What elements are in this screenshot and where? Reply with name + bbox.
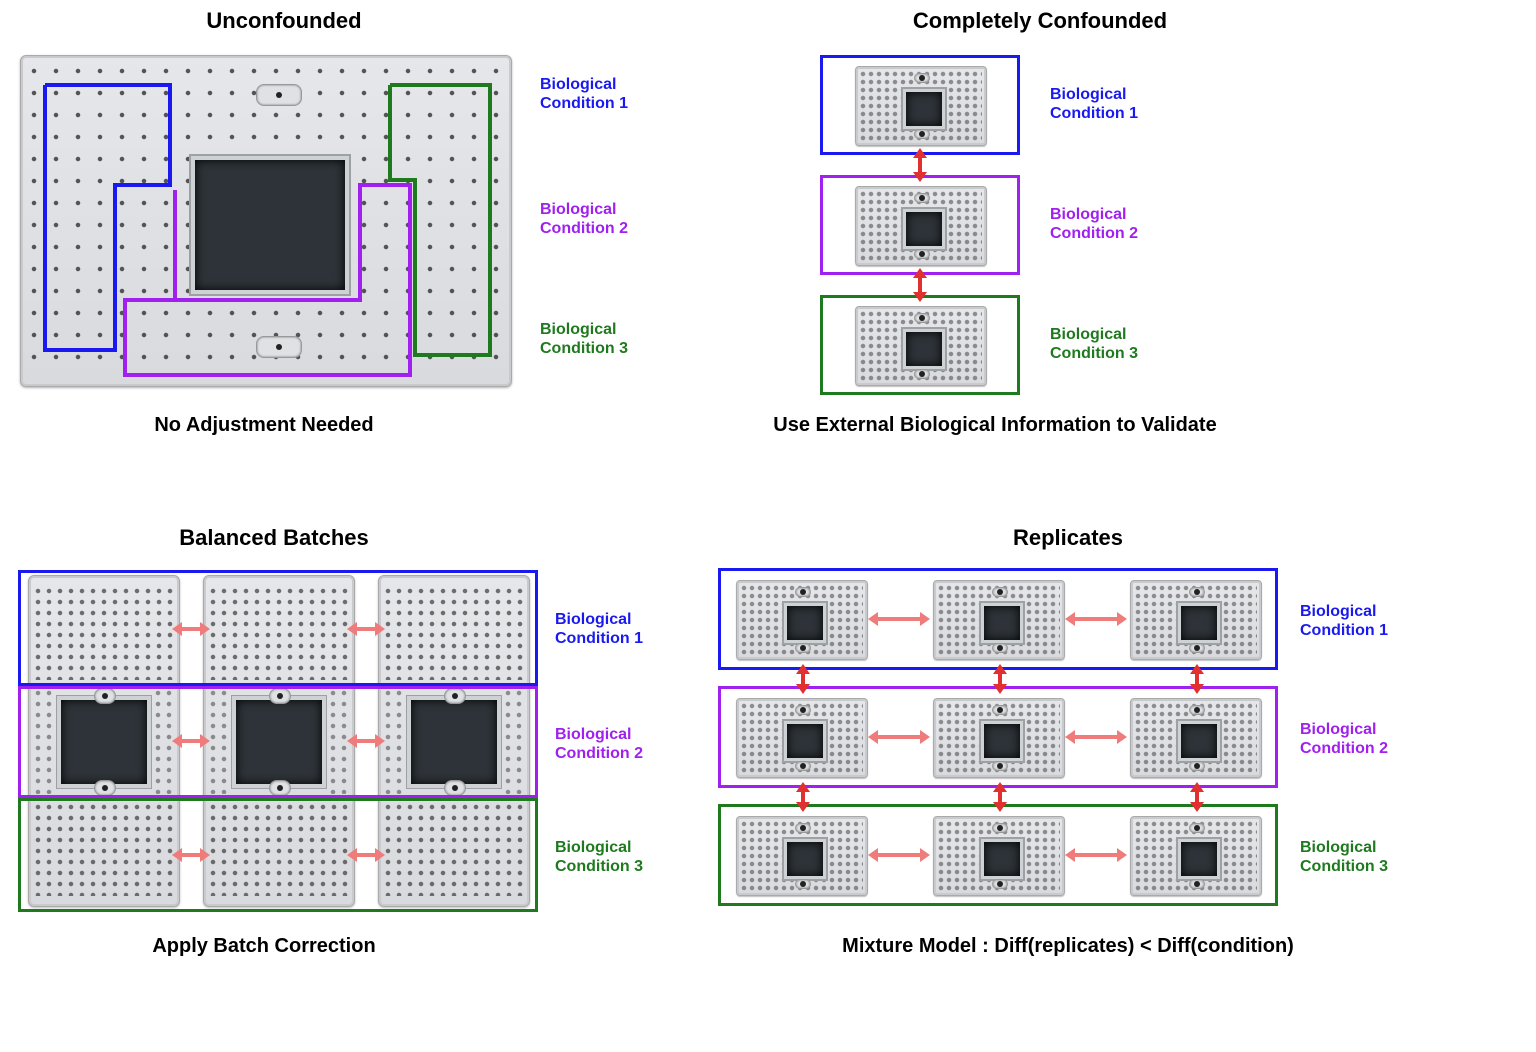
rep-harrow-r1a [868,612,930,626]
confounded-chip2 [855,186,987,266]
panel-unconfounded: Unconfounded Biological Condition 1 Biol… [0,0,768,480]
rep-chip-r3c2 [933,816,1065,896]
balanced-arrow-r3-a [172,848,210,862]
region-condition2 [125,185,410,375]
balanced-arrow-r3-b [347,848,385,862]
rep-varrow-c1-12 [796,664,810,694]
confounded-arrow-1-2 [913,148,927,182]
balanced-arrow-r1-a [172,622,210,636]
balanced-cond1-label: Biological Condition 1 [555,610,643,648]
rep-chip-r3c1 [736,816,868,896]
rep-harrow-r2b [1065,730,1127,744]
rep-varrow-c3-12 [1190,664,1204,694]
rep-varrow-c1-23 [796,782,810,812]
rep-chip-r2c3 [1130,698,1262,778]
unconfounded-cond1-label: Biological Condition 1 [540,75,628,113]
rep-harrow-r3b [1065,848,1127,862]
balanced-subtitle: Apply Batch Correction [0,935,528,958]
region-condition3 [390,85,490,355]
balanced-arrow-r2-a [172,734,210,748]
replicates-cond1-label: Biological Condition 1 [1300,602,1388,640]
rep-harrow-r1b [1065,612,1127,626]
confounded-chip3 [855,306,987,386]
unconfounded-regions-overlay [20,55,510,385]
unconfounded-title: Unconfounded [0,8,568,34]
rep-chip-r1c3 [1130,580,1262,660]
confounded-cond1-label: Biological Condition 1 [1050,85,1138,123]
balanced-title: Balanced Batches [0,525,548,551]
confounded-title: Completely Confounded [760,8,1320,34]
rep-varrow-c2-23 [993,782,1007,812]
replicates-cond2-label: Biological Condition 2 [1300,720,1388,758]
panel-replicates: Replicates Biological Condit [700,520,1536,1040]
rep-chip-r3c3 [1130,816,1262,896]
rep-chip-r1c1 [736,580,868,660]
replicates-grid [718,568,1318,908]
unconfounded-subtitle: No Adjustment Needed [0,414,528,437]
rep-harrow-r3a [868,848,930,862]
confounded-cond2-label: Biological Condition 2 [1050,205,1138,243]
confounded-arrow-2-3 [913,268,927,302]
rep-chip-r2c2 [933,698,1065,778]
balanced-row-box2 [18,686,538,798]
balanced-cond3-label: Biological Condition 3 [555,838,643,876]
panel-balanced: Balanced Batches Biological Condition [0,520,768,1040]
balanced-cond2-label: Biological Condition 2 [555,725,643,763]
replicates-cond3-label: Biological Condition 3 [1300,838,1388,876]
rep-chip-r1c2 [933,580,1065,660]
rep-varrow-c2-12 [993,664,1007,694]
unconfounded-cond3-label: Biological Condition 3 [540,320,628,358]
confounded-cond3-label: Biological Condition 3 [1050,325,1138,363]
unconfounded-cond2-label: Biological Condition 2 [540,200,628,238]
balanced-arrow-r2-b [347,734,385,748]
balanced-arrow-r1-b [347,622,385,636]
replicates-title: Replicates [700,525,1436,551]
rep-harrow-r2a [868,730,930,744]
rep-chip-r2c1 [736,698,868,778]
balanced-row-box1 [18,570,538,686]
confounded-chip1 [855,66,987,146]
region-condition1 [45,85,170,350]
confounded-subtitle: Use External Biological Information to V… [670,414,1320,437]
rep-varrow-c3-23 [1190,782,1204,812]
balanced-chips-area [18,570,538,910]
replicates-subtitle: Mixture Model : Diff(replicates) < Diff(… [700,935,1436,958]
balanced-row-box3 [18,798,538,912]
panel-confounded: Completely Confounded Biological Conditi… [700,0,1520,480]
